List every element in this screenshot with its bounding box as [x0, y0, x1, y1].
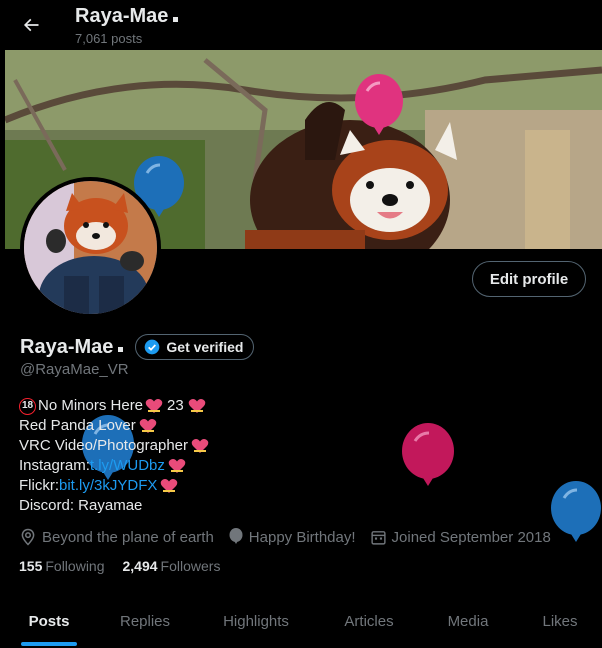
followers-link[interactable]: 2,494 Followers: [123, 558, 221, 574]
instagram-link[interactable]: t.ly/WUDbz: [90, 456, 165, 476]
header-title: Raya-Mae: [75, 5, 179, 28]
bio-line: 18 No Minors Here 23: [19, 396, 209, 416]
followers-label: Followers: [160, 558, 221, 574]
profile-handle: @RayaMae_VR: [20, 361, 129, 378]
tab-likes[interactable]: Likes: [518, 594, 602, 648]
heart-icon: [145, 399, 163, 413]
balloon-small-icon: [229, 528, 243, 544]
tab-replies[interactable]: Replies: [98, 594, 192, 648]
bio-line: Flickr: bit.ly/3kJYDFX: [19, 476, 209, 496]
birthday-text: Happy Birthday!: [248, 528, 356, 546]
bio-text: Instagram:: [19, 457, 90, 474]
tab-label: Highlights: [223, 612, 289, 630]
bio-line: Instagram: t.ly/WUDbz: [19, 456, 209, 476]
arrow-left-icon: [23, 18, 39, 32]
bio-text: Red Panda Lover: [19, 417, 136, 434]
following-link[interactable]: 155 Following: [19, 558, 105, 574]
header-name: Raya-Mae: [75, 5, 169, 27]
tab-label: Articles: [344, 612, 394, 630]
balloon-icon: [402, 423, 454, 486]
bio-line: Red Panda Lover: [19, 416, 209, 436]
location-pin-icon: [21, 528, 35, 546]
profile-bio: 18 No Minors Here 23 Red Panda Lover VRC…: [19, 396, 209, 516]
avatar-image: [24, 181, 157, 314]
bio-line: VRC Video/Photographer: [19, 436, 209, 456]
heart-icon: [188, 399, 206, 413]
tab-posts[interactable]: Posts: [0, 594, 98, 648]
bio-text: Discord: Rayamae: [19, 497, 143, 514]
following-label: Following: [45, 558, 105, 574]
follow-stats: 155 Following 2,494 Followers: [19, 558, 238, 574]
tab-label: Likes: [542, 612, 578, 630]
following-count: 155: [19, 558, 43, 574]
bio-text: VRC Video/Photographer: [19, 437, 188, 454]
location-item: Beyond the plane of earth: [19, 528, 214, 546]
avatar[interactable]: [20, 177, 161, 318]
calendar-icon: [370, 530, 386, 545]
joined-item: Joined September 2018: [370, 529, 551, 546]
no-minors-icon: 18: [19, 397, 36, 415]
heart-icon: [161, 479, 178, 493]
flickr-link[interactable]: bit.ly/3kJYDFX: [59, 476, 157, 496]
balloon-icon: [355, 74, 403, 135]
active-tab-indicator: [21, 642, 77, 646]
tab-label: Posts: [28, 612, 70, 630]
header-post-count: 7,061 posts: [75, 31, 143, 46]
bio-text: Flickr:: [19, 477, 59, 494]
tab-label: Media: [447, 612, 489, 630]
square-badge-icon: [118, 346, 124, 352]
bio-age: 23: [167, 397, 184, 414]
edit-profile-button[interactable]: Edit profile: [472, 261, 586, 297]
profile-tabs: Posts Replies Highlights Articles Media …: [0, 594, 602, 648]
display-name: Raya-Mae: [20, 335, 114, 358]
tab-label: Replies: [119, 612, 171, 630]
get-verified-label: Get verified: [166, 339, 244, 355]
get-verified-button[interactable]: Get verified: [135, 334, 255, 360]
verified-badge-icon: [145, 339, 160, 355]
bio-text: No Minors Here: [38, 397, 144, 414]
followers-count: 2,494: [122, 558, 158, 574]
square-badge-icon: [173, 17, 179, 22]
profile-name-row: Raya-Mae Get verified: [20, 334, 255, 360]
tab-highlights[interactable]: Highlights: [192, 594, 320, 648]
location-text: Beyond the plane of earth: [42, 528, 214, 546]
tab-media[interactable]: Media: [418, 594, 518, 648]
birthday-item: Happy Birthday!: [228, 528, 356, 546]
heart-icon: [139, 419, 157, 433]
tab-articles[interactable]: Articles: [320, 594, 418, 648]
bio-line: Discord: Rayamae: [19, 496, 209, 516]
heart-icon: [168, 459, 186, 473]
top-bar: Raya-Mae 7,061 posts: [0, 0, 602, 50]
profile-meta: Beyond the plane of earth Happy Birthday…: [19, 526, 565, 548]
heart-icon: [191, 439, 209, 453]
joined-text: Joined September 2018: [391, 528, 551, 546]
back-button[interactable]: [14, 8, 48, 42]
